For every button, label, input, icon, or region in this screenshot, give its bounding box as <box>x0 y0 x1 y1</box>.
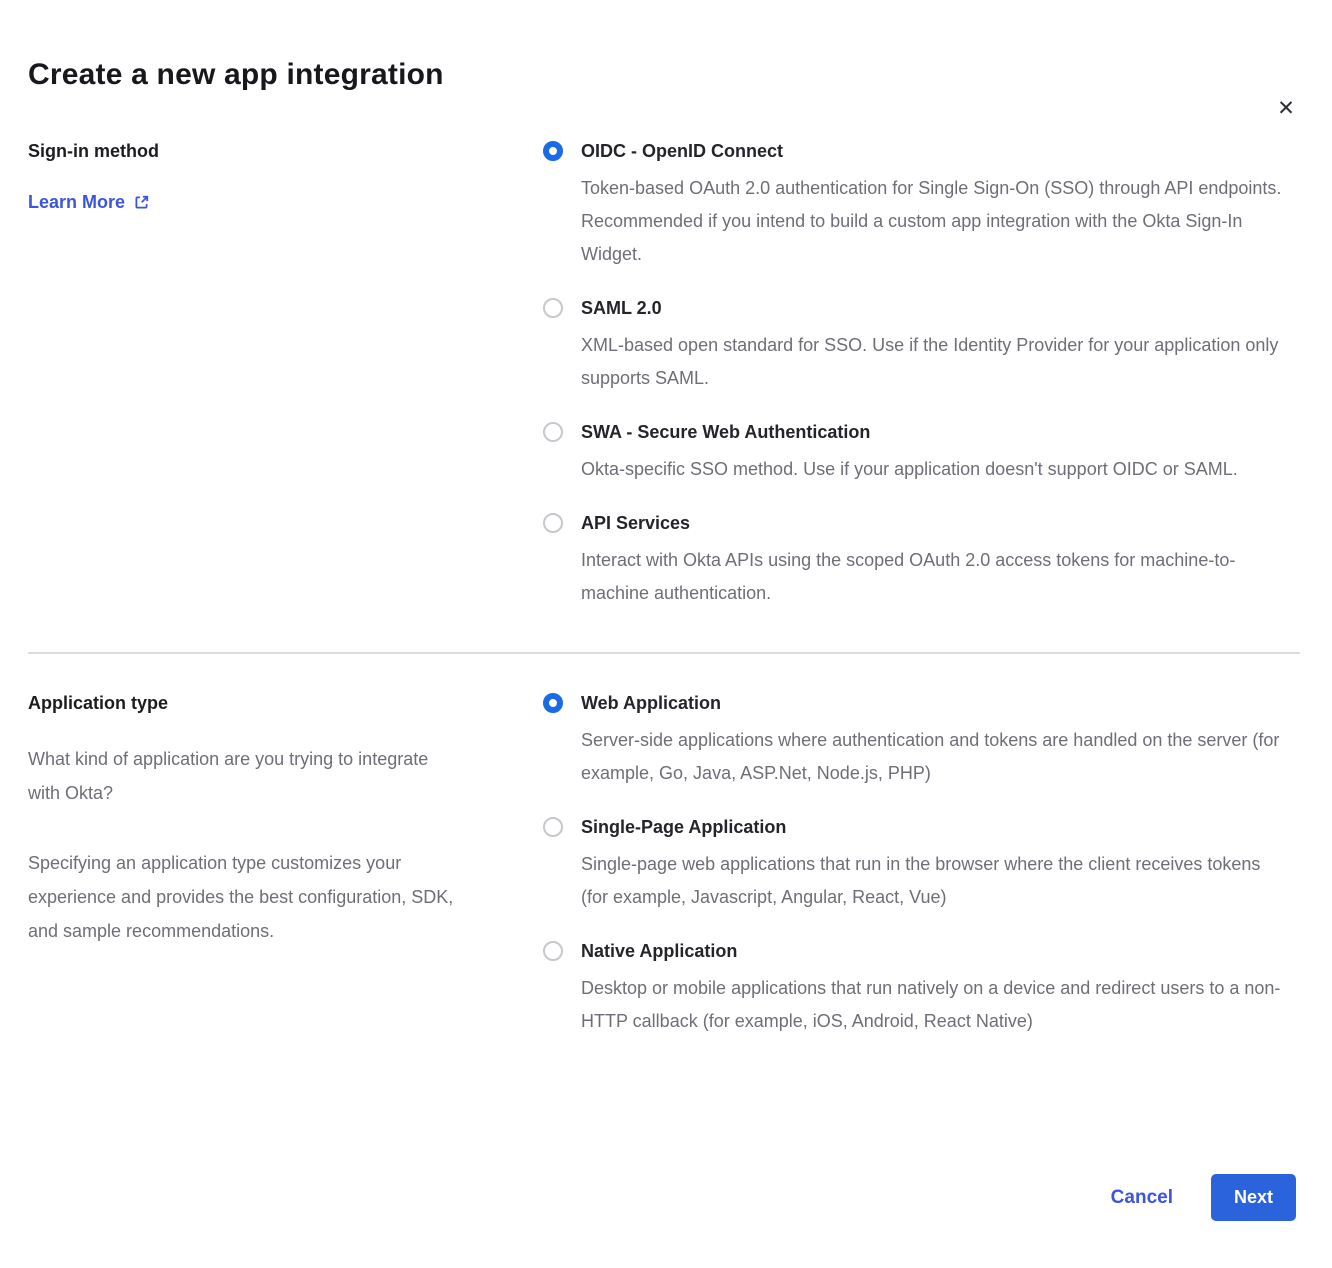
signin-method-options: OIDC - OpenID Connect Token-based OAuth … <box>543 138 1296 610</box>
signin-method-left-column: Sign-in method Learn More <box>28 138 543 610</box>
application-type-heading: Application type <box>28 690 543 716</box>
external-link-icon <box>133 194 150 211</box>
learn-more-link[interactable]: Learn More <box>28 190 150 214</box>
radio-button-swa[interactable] <box>543 422 563 442</box>
radio-button-web-application[interactable] <box>543 693 563 713</box>
option-label-single-page-application: Single-Page Application <box>581 814 1287 840</box>
option-description-single-page-application: Single-page web applications that run in… <box>581 848 1287 914</box>
radio-option-swa[interactable]: SWA - Secure Web Authentication Okta-spe… <box>543 419 1296 486</box>
radio-button-oidc[interactable] <box>543 141 563 161</box>
option-label-api-services: API Services <box>581 510 1287 536</box>
application-type-options: Web Application Server-side applications… <box>543 690 1296 1038</box>
option-description-saml: XML-based open standard for SSO. Use if … <box>581 329 1287 395</box>
option-description-oidc: Token-based OAuth 2.0 authentication for… <box>581 172 1287 271</box>
create-app-integration-dialog: ✕ Create a new app integration Sign-in m… <box>0 58 1332 1268</box>
dialog-title: Create a new app integration <box>28 58 1304 92</box>
radio-button-native-application[interactable] <box>543 941 563 961</box>
option-description-native-application: Desktop or mobile applications that run … <box>581 972 1287 1038</box>
radio-option-single-page-application[interactable]: Single-Page Application Single-page web … <box>543 814 1296 914</box>
application-type-left-column: Application type What kind of applicatio… <box>28 690 543 1038</box>
close-icon[interactable]: ✕ <box>1272 94 1300 122</box>
option-label-web-application: Web Application <box>581 690 1287 716</box>
application-type-description-1: What kind of application are you trying … <box>28 742 460 810</box>
application-type-description-2: Specifying an application type customize… <box>28 846 460 948</box>
radio-button-saml[interactable] <box>543 298 563 318</box>
option-label-native-application: Native Application <box>581 938 1287 964</box>
option-description-api-services: Interact with Okta APIs using the scoped… <box>581 544 1287 610</box>
next-button[interactable]: Next <box>1211 1174 1296 1221</box>
option-description-web-application: Server-side applications where authentic… <box>581 724 1287 790</box>
application-type-section: Application type What kind of applicatio… <box>0 690 1332 1038</box>
radio-option-native-application[interactable]: Native Application Desktop or mobile app… <box>543 938 1296 1038</box>
option-label-swa: SWA - Secure Web Authentication <box>581 419 1238 445</box>
option-label-oidc: OIDC - OpenID Connect <box>581 138 1287 164</box>
radio-option-oidc[interactable]: OIDC - OpenID Connect Token-based OAuth … <box>543 138 1296 271</box>
radio-button-api-services[interactable] <box>543 513 563 533</box>
signin-method-section: Sign-in method Learn More OIDC - OpenID … <box>0 138 1332 610</box>
dialog-footer: Cancel Next <box>1111 1174 1296 1221</box>
option-description-swa: Okta-specific SSO method. Use if your ap… <box>581 453 1238 486</box>
radio-option-saml[interactable]: SAML 2.0 XML-based open standard for SSO… <box>543 295 1296 395</box>
option-label-saml: SAML 2.0 <box>581 295 1287 321</box>
radio-option-web-application[interactable]: Web Application Server-side applications… <box>543 690 1296 790</box>
radio-option-api-services[interactable]: API Services Interact with Okta APIs usi… <box>543 510 1296 610</box>
cancel-button[interactable]: Cancel <box>1111 1187 1173 1209</box>
signin-method-heading: Sign-in method <box>28 138 543 164</box>
section-divider <box>28 652 1300 654</box>
radio-button-single-page-application[interactable] <box>543 817 563 837</box>
learn-more-label: Learn More <box>28 190 125 214</box>
